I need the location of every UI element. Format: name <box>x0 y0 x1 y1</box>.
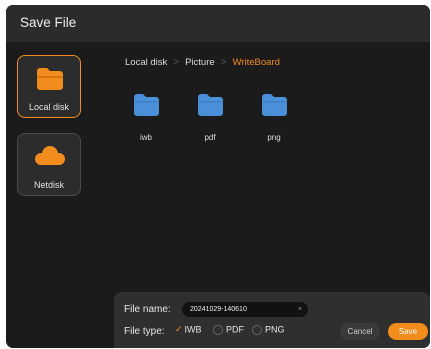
folder-icon <box>262 94 287 116</box>
breadcrumb-writeboard: WriteBoard <box>232 57 280 68</box>
cloud-icon <box>35 146 65 165</box>
file-type-option-iwb[interactable]: ✓ IWB <box>175 324 202 337</box>
file-type-label: File type: <box>124 326 165 337</box>
title-bar: Save File <box>6 5 430 42</box>
radio-circle-icon <box>252 324 262 335</box>
breadcrumb: Local disk > Picture > WriteBoard <box>125 57 280 68</box>
breadcrumb-separator: > <box>220 57 227 68</box>
folder-label: iwb <box>139 133 152 142</box>
file-type-option-label: IWB <box>184 324 202 335</box>
folder-icon <box>37 68 63 90</box>
breadcrumb-picture[interactable]: Picture <box>185 57 215 68</box>
folder-label: png <box>267 133 281 142</box>
folder-icon <box>198 94 223 116</box>
breadcrumb-local-disk[interactable]: Local disk <box>125 57 167 68</box>
save-options-bar: File name: 20241029-140610 × File type: … <box>114 292 430 348</box>
cancel-button[interactable]: Cancel <box>340 323 380 340</box>
radio-circle-icon <box>213 324 223 335</box>
save-button[interactable]: Save <box>388 323 428 340</box>
sidebar-item-label: Netdisk <box>33 180 64 190</box>
check-icon: ✓ <box>175 324 183 335</box>
folder-label: pdf <box>204 133 216 142</box>
folder-icon <box>134 94 159 116</box>
file-type-option-png[interactable]: PNG <box>252 324 285 337</box>
sidebar-item-netdisk[interactable]: Netdisk <box>17 133 81 196</box>
sidebar-item-local-disk[interactable]: Local disk <box>17 55 81 118</box>
folder-iwb[interactable]: iwb <box>126 93 166 143</box>
folder-pdf[interactable]: pdf <box>190 93 230 143</box>
file-name-value: 20241029-140610 <box>190 306 247 313</box>
file-type-option-label: PDF <box>226 324 244 335</box>
file-name-label: File name: <box>124 304 171 315</box>
folder-png[interactable]: png <box>254 93 294 143</box>
breadcrumb-separator: > <box>173 57 180 68</box>
dialog-title: Save File <box>20 15 77 30</box>
save-file-dialog: Save File Local disk Netdisk Local disk >… <box>6 5 430 348</box>
clear-icon[interactable]: × <box>298 302 302 317</box>
sidebar-item-label: Local disk <box>28 102 70 112</box>
file-name-input[interactable]: 20241029-140610 × <box>182 302 308 317</box>
file-type-option-label: PNG <box>265 324 285 335</box>
file-type-option-pdf[interactable]: PDF <box>213 324 244 337</box>
